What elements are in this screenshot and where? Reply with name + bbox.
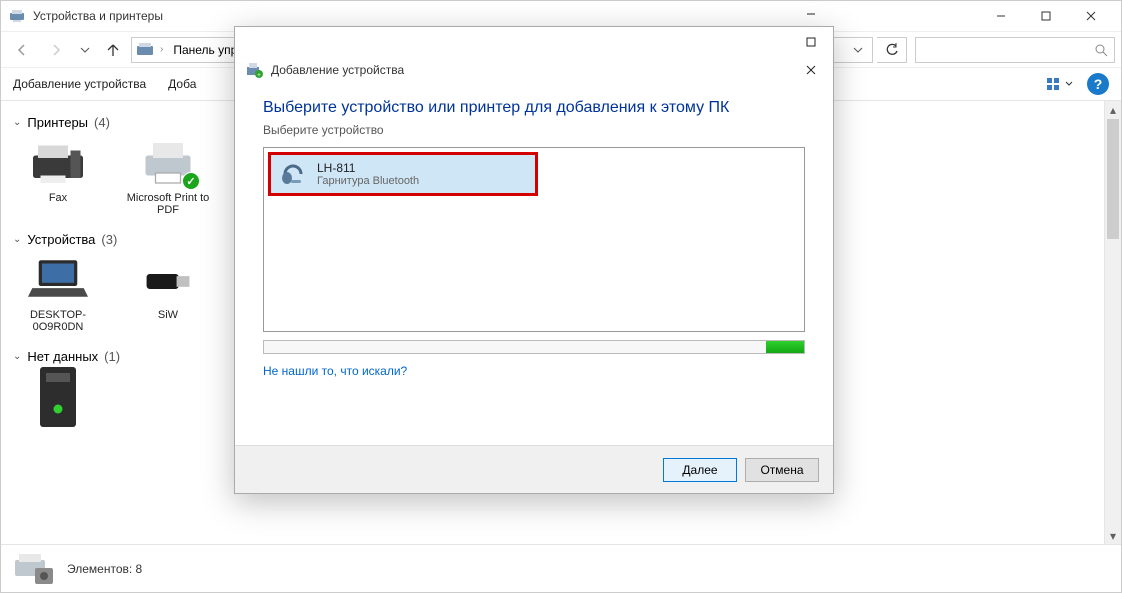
cmd-add-device[interactable]: Добавление устройства [13,77,146,91]
chevron-down-icon [1064,79,1074,89]
fax-icon [28,138,88,188]
group-count: (3) [101,232,117,247]
device-item-desktop[interactable]: DESKTOP-0O9R0DN [13,255,103,333]
device-type: Гарнитура Bluetooth [317,175,419,187]
group-label: Устройства [27,232,95,247]
item-label: Fax [49,192,67,204]
device-item-siw[interactable]: SiW [123,255,213,333]
parent-close-button[interactable] [1068,2,1113,30]
status-bar: Элементов: 8 [1,544,1121,592]
breadcrumb-icon [136,41,154,59]
help-button[interactable]: ? [1087,73,1109,95]
devices-printers-icon [9,8,25,24]
status-label: Элементов: [67,562,132,576]
group-count: (4) [94,115,110,130]
item-label: Microsoft Print to PDF [123,192,213,216]
status-count: 8 [136,562,143,576]
scroll-thumb[interactable] [1107,119,1119,239]
dialog-header: + Добавление устройства [235,57,833,87]
vertical-scrollbar[interactable]: ▴ ▾ [1104,101,1121,544]
usb-drive-icon [138,255,198,305]
add-device-dialog: + Добавление устройства Выберите устройс… [234,26,834,494]
device-name: LH-811 [317,161,419,175]
breadcrumb-item[interactable]: Панель упр [169,43,241,57]
default-check-icon: ✓ [182,172,200,190]
status-text: Элементов: 8 [67,562,142,576]
pc-tower-icon [28,372,88,422]
group-label: Принтеры [27,115,88,130]
nav-up-button[interactable] [99,36,127,64]
bluetooth-headset-icon [279,160,307,188]
device-item-fax[interactable]: Fax [13,138,103,216]
nav-back-button[interactable] [7,36,37,64]
laptop-icon [28,255,88,305]
breadcrumb-chevron-icon: › [158,44,165,55]
breadcrumb-dropdown[interactable] [848,45,868,55]
nav-history-dropdown[interactable] [75,45,95,55]
cancel-button[interactable]: Отмена [745,458,819,482]
search-progress-bar [263,340,805,354]
refresh-button[interactable] [877,37,907,63]
parent-title: Устройства и принтеры [33,9,978,23]
svg-text:+: + [257,73,261,79]
nav-forward-button[interactable] [41,36,71,64]
device-list[interactable]: LH-811 Гарнитура Bluetooth [263,147,805,332]
add-device-icon: + [245,61,263,79]
scroll-down-button[interactable]: ▾ [1105,527,1121,544]
dialog-title: Добавление устройства [271,63,404,77]
dialog-footer: Далее Отмена [235,445,833,493]
printer-icon: ✓ [138,138,198,188]
dialog-minimize-button[interactable] [788,0,833,28]
chevron-down-icon: ⌄ [13,351,21,362]
dialog-instruction: Выберите устройство или принтер для доба… [263,99,805,117]
group-count: (1) [104,349,120,364]
parent-minimize-button[interactable] [978,2,1023,30]
search-icon [1094,43,1108,57]
dialog-body: Выберите устройство или принтер для доба… [235,87,833,445]
dialog-maximize-button[interactable] [788,28,833,56]
search-input[interactable] [915,37,1115,63]
chevron-down-icon: ⌄ [13,234,21,245]
next-button[interactable]: Далее [663,458,737,482]
device-list-item-selected[interactable]: LH-811 Гарнитура Bluetooth [268,152,538,196]
view-icon [1046,77,1064,91]
chevron-down-icon: ⌄ [13,117,21,128]
progress-fill [766,341,804,353]
item-label: SiW [158,309,178,321]
item-label: DESKTOP-0O9R0DN [13,309,103,333]
help-link[interactable]: Не нашли то, что искали? [263,364,805,378]
dialog-subtext: Выберите устройство [263,123,805,137]
device-item-microsoft-print-pdf[interactable]: ✓ Microsoft Print to PDF [123,138,213,216]
view-options-dropdown[interactable] [1041,74,1079,94]
status-devices-icon [11,550,55,588]
scroll-up-button[interactable]: ▴ [1105,101,1121,118]
cmd-add-printer[interactable]: Доба [168,77,196,91]
parent-maximize-button[interactable] [1023,2,1068,30]
device-item-unknown[interactable] [13,372,103,426]
dialog-titlebar [235,27,833,57]
